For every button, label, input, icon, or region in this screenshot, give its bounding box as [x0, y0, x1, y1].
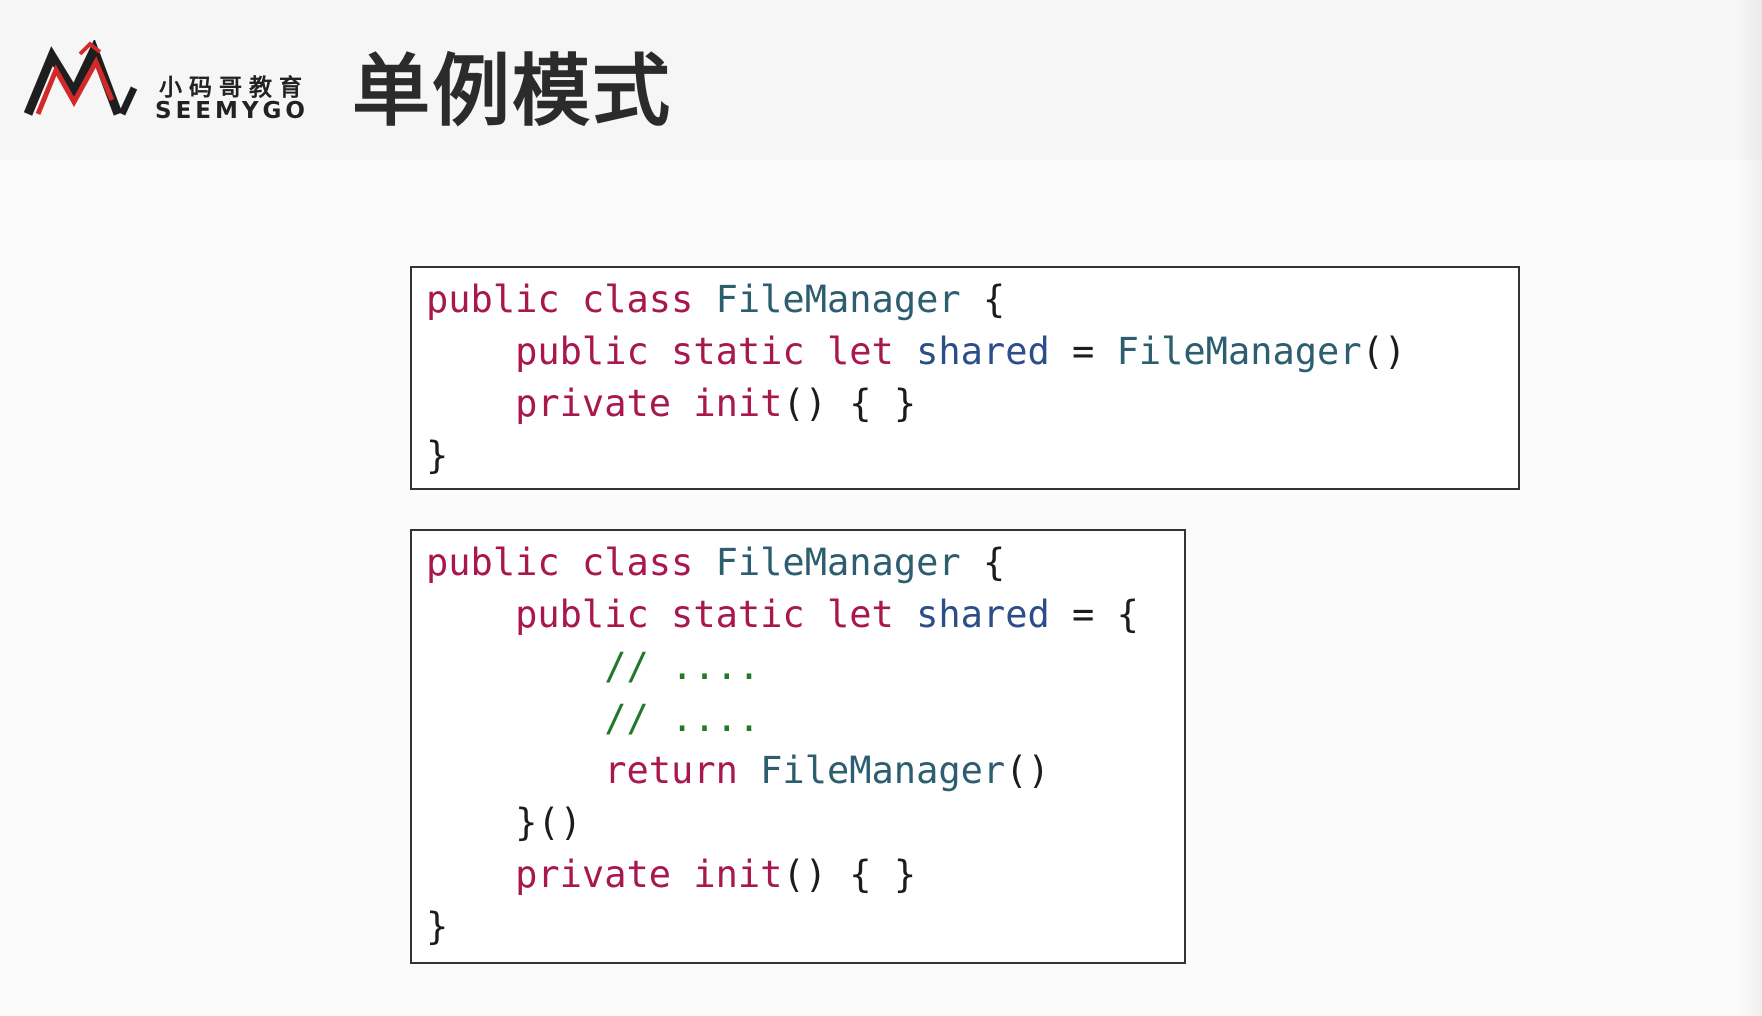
- code-type: FileManager: [715, 278, 961, 321]
- code-block-1: public class FileManager { public static…: [410, 266, 1520, 490]
- code-punct: [693, 278, 715, 321]
- code-punct: {: [960, 541, 1006, 584]
- code-punct: () { }: [782, 853, 917, 896]
- code-identifier: shared: [916, 330, 1050, 373]
- brand-name-en: SEEMYGO: [155, 98, 309, 124]
- seemygo-m-icon: [23, 40, 138, 116]
- code-type: FileManager: [760, 749, 1006, 792]
- code-punct: [671, 382, 693, 425]
- code-keyword: static: [671, 593, 805, 636]
- code-keyword: init: [693, 853, 783, 896]
- brand-logo: 小码哥教育 SEEMYGO: [22, 40, 312, 130]
- code-punct: [560, 278, 582, 321]
- code-punct: }(): [426, 801, 582, 844]
- code-keyword: public: [426, 278, 560, 321]
- code-punct: [426, 330, 515, 373]
- code-keyword: private: [515, 382, 672, 425]
- code-line: public static let shared = FileManager(): [426, 326, 1406, 378]
- code-punct: [671, 853, 693, 896]
- code-comment: // ....: [604, 645, 761, 688]
- code-comment: // ....: [604, 697, 761, 740]
- code-punct: [426, 749, 604, 792]
- code-keyword: return: [604, 749, 738, 792]
- code-line: private init() { }: [426, 849, 916, 901]
- code-keyword: let: [826, 593, 894, 636]
- code-keyword: private: [515, 853, 672, 896]
- code-keyword: class: [581, 278, 694, 321]
- code-keyword: public: [515, 330, 649, 373]
- code-punct: [693, 541, 715, 584]
- code-punct: [649, 330, 671, 373]
- code-line: }(): [426, 797, 582, 849]
- code-line: public class FileManager {: [426, 537, 1005, 589]
- code-punct: [426, 593, 515, 636]
- code-line: // ....: [426, 693, 760, 745]
- code-punct: () { }: [782, 382, 917, 425]
- code-punct: [560, 541, 582, 584]
- code-keyword: static: [671, 330, 805, 373]
- code-punct: [649, 593, 671, 636]
- code-keyword: public: [426, 541, 560, 584]
- slide-title: 单例模式: [352, 47, 673, 137]
- code-punct: [805, 330, 827, 373]
- code-keyword: let: [826, 330, 894, 373]
- code-punct: =: [1049, 330, 1117, 373]
- code-identifier: shared: [916, 593, 1050, 636]
- code-punct: [426, 382, 515, 425]
- code-punct: [894, 330, 916, 373]
- code-punct: [426, 853, 515, 896]
- code-line: public class FileManager {: [426, 274, 1005, 326]
- code-punct: (): [1005, 749, 1050, 792]
- code-punct: }: [426, 434, 449, 477]
- code-line: return FileManager(): [426, 745, 1050, 797]
- code-line: }: [426, 430, 448, 482]
- code-type: FileManager: [1116, 330, 1362, 373]
- code-punct: = {: [1049, 593, 1139, 636]
- code-punct: [738, 749, 760, 792]
- code-block-2: public class FileManager { public static…: [410, 529, 1186, 964]
- code-punct: {: [960, 278, 1006, 321]
- code-line: private init() { }: [426, 378, 916, 430]
- code-punct: [805, 593, 827, 636]
- code-line: public static let shared = {: [426, 589, 1139, 641]
- code-punct: [894, 593, 916, 636]
- code-line: // ....: [426, 641, 760, 693]
- code-line: }: [426, 901, 448, 953]
- code-punct: }: [426, 905, 449, 948]
- code-punct: [426, 645, 604, 688]
- code-keyword: class: [581, 541, 694, 584]
- code-keyword: init: [693, 382, 783, 425]
- code-punct: (): [1361, 330, 1407, 373]
- code-punct: [426, 697, 604, 740]
- brand-name-cn: 小码哥教育: [159, 75, 309, 101]
- edge-shadow: [1738, 0, 1762, 1016]
- code-keyword: public: [515, 593, 649, 636]
- code-type: FileManager: [715, 541, 961, 584]
